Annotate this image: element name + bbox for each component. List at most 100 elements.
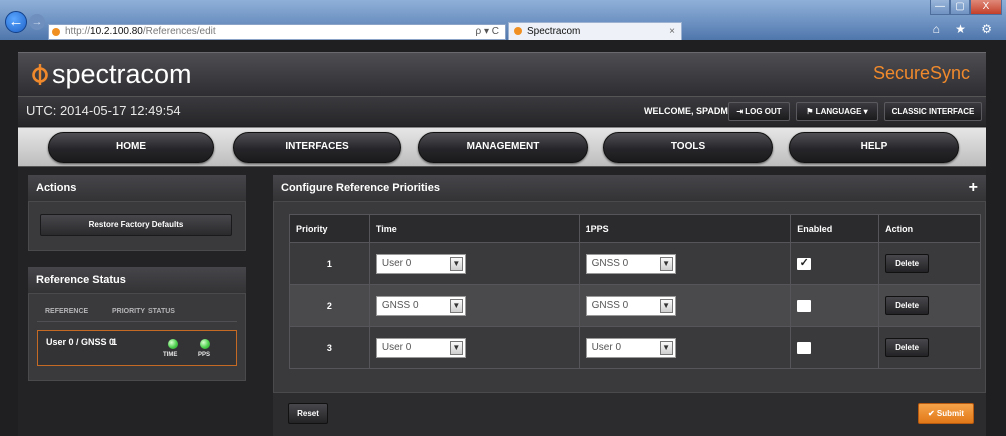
priorities-panel-title: Configure Reference Priorities + <box>273 175 986 201</box>
minimize-button[interactable]: — <box>930 0 950 15</box>
chevron-down-icon: ▼ <box>449 340 463 355</box>
pps-select-value: User 0 <box>591 341 622 353</box>
pps-led-label: PPS <box>198 352 211 358</box>
table-header-row: Priority Time 1PPS Enabled Action <box>289 214 981 243</box>
delete-button[interactable]: Delete <box>885 296 930 315</box>
action-cell: Delete <box>878 284 981 327</box>
home-favorites-settings-icons[interactable]: ⌂ ★ ⚙ <box>933 22 998 36</box>
action-cell: Delete <box>878 242 981 285</box>
time-status-led-icon <box>168 339 178 349</box>
address-scheme: http:// <box>65 26 91 37</box>
nav-management[interactable]: MANAGEMENT <box>418 132 588 163</box>
pps-select[interactable]: GNSS 0 ▼ <box>585 253 676 274</box>
main-content: Actions Restore Factory Defaults Referen… <box>18 167 986 436</box>
chevron-down-icon: ▼ <box>449 256 463 271</box>
nav-home[interactable]: HOME <box>48 132 214 163</box>
enabled-cell <box>790 326 880 369</box>
delete-button[interactable]: Delete <box>885 338 930 357</box>
time-select[interactable]: User 0 ▼ <box>375 337 466 358</box>
nav-help[interactable]: HELP <box>789 132 959 163</box>
time-cell: GNSS 0 ▼ <box>368 284 580 327</box>
pps-cell: User 0 ▼ <box>578 326 792 369</box>
priorities-table: Priority Time 1PPS Enabled Action 1 User… <box>289 214 981 369</box>
table-row: 3 User 0 ▼ User 0 ▼ Delete <box>289 326 981 369</box>
header-1pps: 1PPS <box>578 214 792 243</box>
enabled-cell <box>790 284 880 327</box>
time-select-value: User 0 <box>381 341 412 353</box>
priorities-panel: Priority Time 1PPS Enabled Action 1 User… <box>273 201 986 393</box>
enabled-checkbox[interactable] <box>797 299 812 312</box>
pps-cell: GNSS 0 ▼ <box>578 284 792 327</box>
reset-button[interactable]: Reset <box>288 403 328 424</box>
pps-cell: GNSS 0 ▼ <box>578 242 792 285</box>
time-select-value: GNSS 0 <box>381 299 419 311</box>
spectracom-logo-icon <box>32 64 48 85</box>
address-host: 10.2.100.80 <box>90 26 143 37</box>
close-window-button[interactable]: X <box>970 0 1002 15</box>
actions-panel-title: Actions <box>28 175 246 201</box>
time-select[interactable]: User 0 ▼ <box>375 253 466 274</box>
enabled-checkbox[interactable]: ✓ <box>797 256 812 270</box>
chevron-down-icon: ▼ <box>659 256 673 271</box>
header-priority: Priority <box>289 214 370 243</box>
time-led-label: TIME <box>163 352 178 358</box>
search-refresh-icon[interactable]: ρ ▾ C <box>476 25 500 39</box>
time-cell: User 0 ▼ <box>368 242 580 285</box>
browser-chrome: ← → http://10.2.100.80/References/edit ρ… <box>0 0 1006 40</box>
submit-button[interactable]: ✔ Submit <box>918 403 974 424</box>
priority-cell: 2 <box>289 284 370 327</box>
chevron-down-icon: ▼ <box>659 298 673 313</box>
reference-status-row: User 0 / GNSS 0 1 TIME PPS <box>37 330 237 366</box>
tab-close-icon[interactable]: × <box>669 23 675 40</box>
brand-logo: spectracom <box>32 59 192 90</box>
pps-select[interactable]: GNSS 0 ▼ <box>585 295 676 316</box>
address-bar[interactable]: http://10.2.100.80/References/edit ρ ▾ C <box>48 24 506 40</box>
col-status: STATUS <box>148 308 175 315</box>
pps-select-value: GNSS 0 <box>591 257 629 269</box>
product-name: SecureSync <box>872 63 970 83</box>
nav-tools[interactable]: TOOLS <box>603 132 773 163</box>
table-row: 2 GNSS 0 ▼ GNSS 0 ▼ Delete <box>289 284 981 327</box>
address-path: /References/edit <box>142 26 216 37</box>
delete-button[interactable]: Delete <box>885 254 930 273</box>
table-row: 1 User 0 ▼ GNSS 0 ▼ ✓ Delete <box>289 242 981 285</box>
welcome-text: WELCOME, SPADMIN <box>644 106 737 116</box>
col-reference: REFERENCE <box>45 308 89 315</box>
pps-select-value: GNSS 0 <box>591 299 629 311</box>
header-action: Action <box>878 214 981 243</box>
check-icon: ✓ <box>799 256 809 269</box>
window-controls: — ▢ X <box>930 0 1002 15</box>
language-dropdown[interactable]: ⚑ LANGUAGE ▾ <box>796 102 878 121</box>
app-header: spectracom SecureSync <box>18 52 986 96</box>
reference-priority: 1 <box>112 337 118 347</box>
nav-interfaces[interactable]: INTERFACES <box>233 132 401 163</box>
time-select-value: User 0 <box>381 257 412 269</box>
pps-select[interactable]: User 0 ▼ <box>585 337 676 358</box>
restore-defaults-button[interactable]: Restore Factory Defaults <box>40 214 232 236</box>
action-cell: Delete <box>878 326 981 369</box>
status-bar: UTC: 2014-05-17 12:49:54 WELCOME, SPADMI… <box>18 96 986 126</box>
priority-cell: 1 <box>289 242 370 285</box>
brand-name: spectracom <box>52 59 192 89</box>
enabled-cell: ✓ <box>790 242 880 285</box>
forward-button[interactable]: → <box>29 14 45 30</box>
reference-name: User 0 / GNSS 0 <box>46 337 115 347</box>
reference-status-panel: REFERENCE PRIORITY STATUS User 0 / GNSS … <box>28 293 246 381</box>
logout-button[interactable]: ⇥ LOG OUT <box>728 102 790 121</box>
col-priority: PRIORITY <box>112 308 146 315</box>
main-nav: HOME INTERFACES MANAGEMENT TOOLS HELP <box>18 127 986 167</box>
tab-favicon-icon <box>514 27 522 35</box>
header-enabled: Enabled <box>790 214 880 243</box>
enabled-checkbox[interactable] <box>797 341 812 354</box>
maximize-button[interactable]: ▢ <box>950 0 970 15</box>
site-favicon-icon <box>52 28 60 36</box>
classic-interface-button[interactable]: CLASSIC INTERFACE <box>884 102 982 121</box>
time-select[interactable]: GNSS 0 ▼ <box>375 295 466 316</box>
form-footer: Reset ✔ Submit <box>273 393 986 436</box>
chevron-down-icon: ▼ <box>659 340 673 355</box>
priority-cell: 3 <box>289 326 370 369</box>
add-priority-icon[interactable]: + <box>969 175 978 201</box>
browser-tab[interactable]: Spectracom × <box>508 22 682 40</box>
back-button[interactable]: ← <box>5 11 27 33</box>
header-time: Time <box>368 214 580 243</box>
